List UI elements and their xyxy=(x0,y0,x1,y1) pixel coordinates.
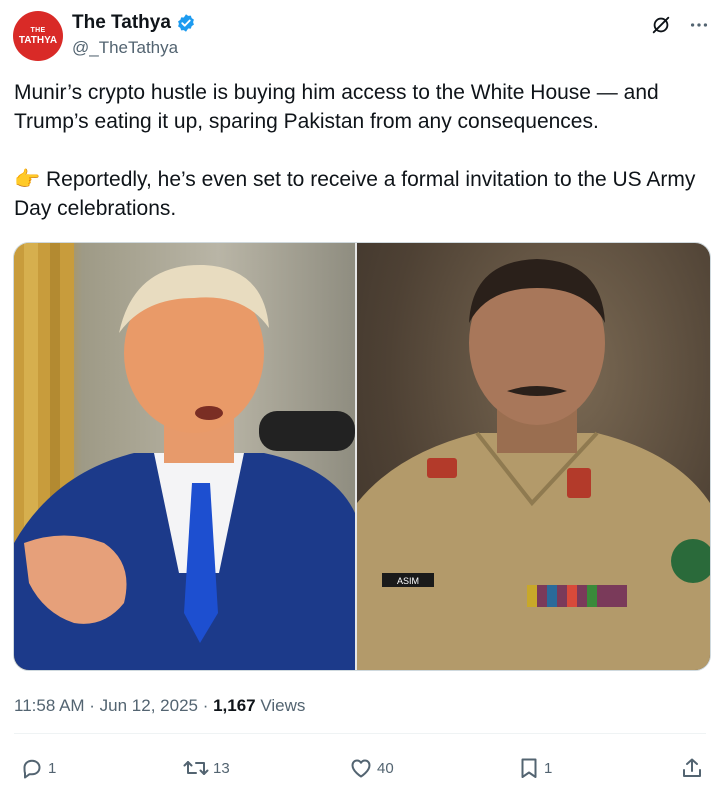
post-meta: 11:58 AM · Jun 12, 2025 · 1,167 Views xyxy=(14,696,305,716)
views-label: Views xyxy=(255,696,306,715)
post-text: Munir’s crypto hustle is buying him acce… xyxy=(14,78,714,223)
bookmark-button[interactable]: 1 xyxy=(518,756,552,780)
views-count: 1,167 xyxy=(213,696,256,715)
media-photo-left[interactable] xyxy=(14,243,355,670)
avatar[interactable]: THE TATHYA xyxy=(13,11,63,61)
avatar-text-bottom: TATHYA xyxy=(18,34,58,46)
bookmark-icon xyxy=(518,756,540,780)
like-button[interactable]: 40 xyxy=(349,756,394,780)
repost-icon xyxy=(183,756,209,780)
reply-button[interactable]: 1 xyxy=(20,756,56,780)
bookmark-count: 1 xyxy=(544,759,553,777)
more-icon[interactable] xyxy=(688,14,710,36)
post-timestamp[interactable]: 11:58 AM · Jun 12, 2025 · xyxy=(14,696,213,715)
author-name-row[interactable]: The Tathya xyxy=(72,12,196,34)
divider-line xyxy=(14,733,706,734)
top-actions xyxy=(650,14,710,36)
avatar-text-top: THE xyxy=(30,26,46,34)
author-name[interactable]: The Tathya xyxy=(72,12,171,34)
repost-count: 13 xyxy=(213,759,230,777)
repost-button[interactable]: 13 xyxy=(183,756,230,780)
post-paragraph-1: Munir’s crypto hustle is buying him acce… xyxy=(14,81,659,133)
like-count: 40 xyxy=(377,759,394,777)
post-paragraph-2: 👉 Reportedly, he’s even set to receive a… xyxy=(14,168,696,220)
reply-icon xyxy=(20,756,44,780)
grok-icon[interactable] xyxy=(650,14,672,36)
author-handle[interactable]: @_TheTathya xyxy=(72,38,178,58)
name-tag-text: ASIM xyxy=(397,576,419,586)
post-media[interactable]: ASIM xyxy=(13,242,711,671)
action-bar: 1 13 40 1 xyxy=(20,756,706,782)
like-icon xyxy=(349,756,373,780)
verified-badge-icon xyxy=(176,13,196,33)
share-button[interactable] xyxy=(680,756,704,780)
share-icon xyxy=(680,756,704,780)
reply-count: 1 xyxy=(48,759,57,777)
media-photo-right[interactable]: ASIM xyxy=(357,243,710,670)
